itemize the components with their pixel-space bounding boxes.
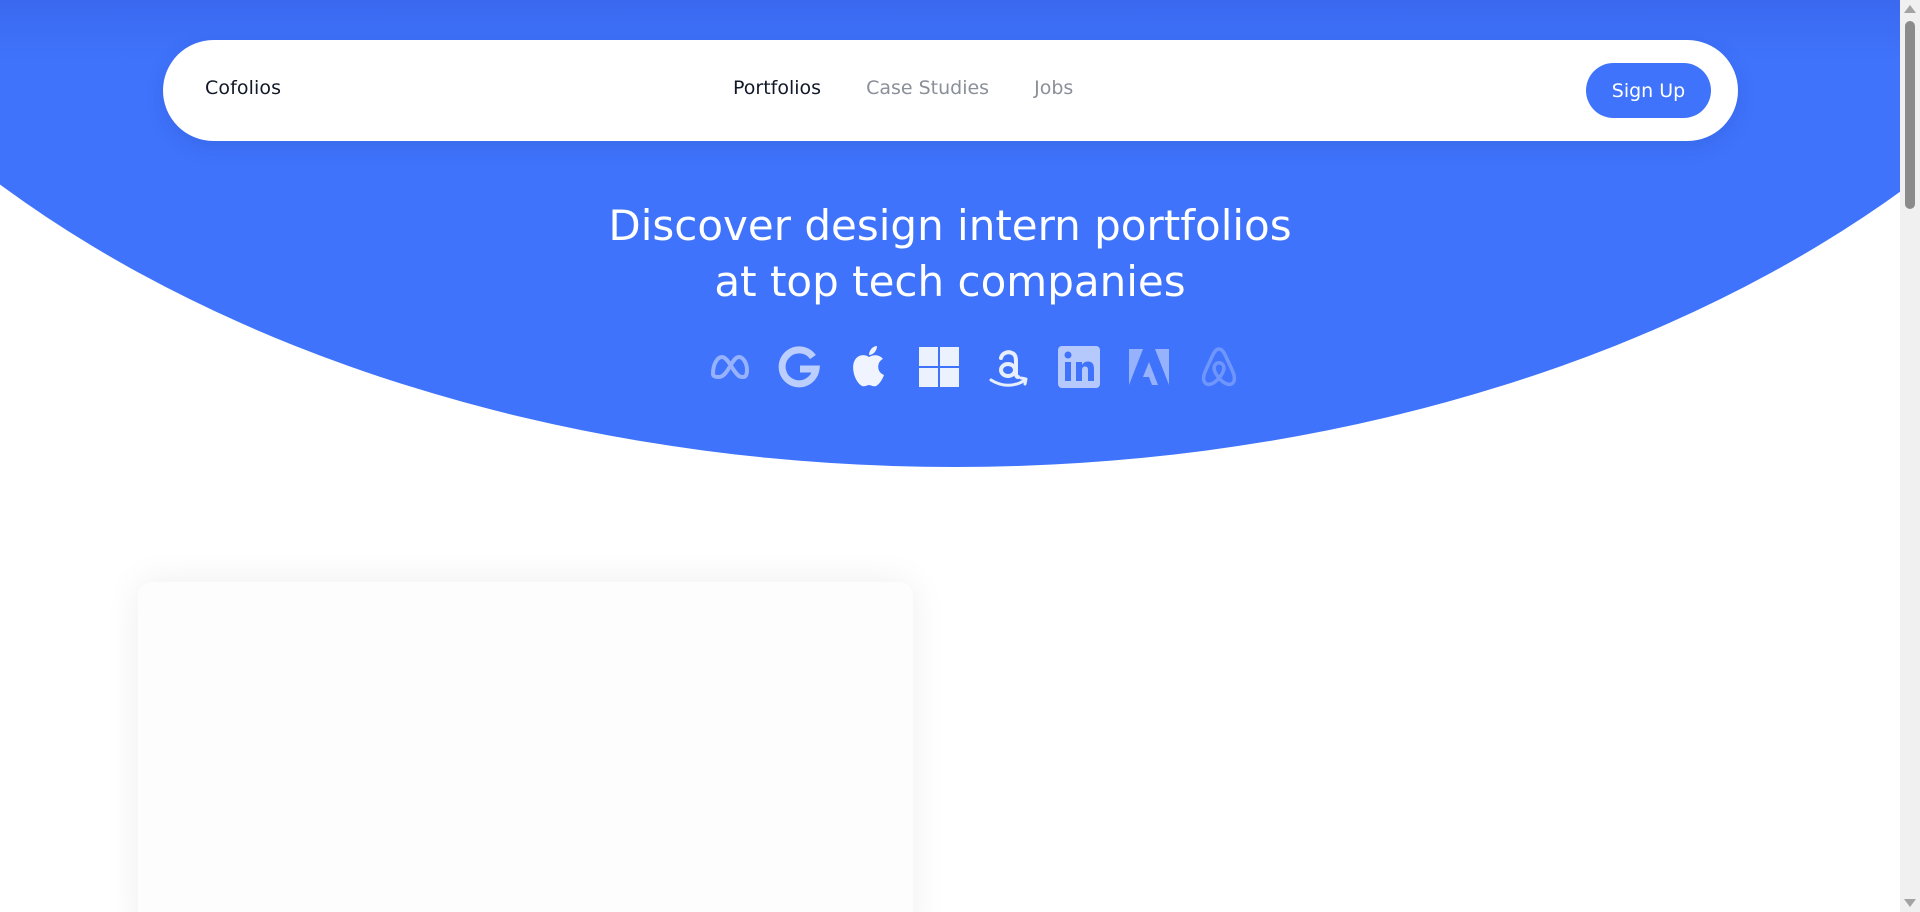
adobe-icon [1125, 343, 1173, 391]
page: Cofolios Portfolios Case Studies Jobs Si… [0, 0, 1920, 912]
brand-logo[interactable]: Cofolios [205, 77, 281, 99]
vertical-scrollbar[interactable] [1900, 0, 1920, 912]
nav-links: Portfolios Case Studies Jobs [733, 77, 1073, 99]
scroll-up-arrow-icon[interactable] [1904, 5, 1916, 13]
hero-headline: Discover design intern portfolios at top… [0, 198, 1900, 310]
scrollbar-thumb[interactable] [1905, 21, 1915, 209]
scroll-down-arrow-icon[interactable] [1904, 899, 1916, 907]
company-logos [705, 343, 1243, 391]
amazon-icon [985, 343, 1033, 391]
portfolio-card-placeholder [138, 582, 913, 912]
nav-link-portfolios[interactable]: Portfolios [733, 77, 821, 99]
nav-link-case-studies[interactable]: Case Studies [866, 77, 989, 99]
meta-icon [705, 343, 753, 391]
microsoft-icon [915, 343, 963, 391]
apple-icon [845, 343, 893, 391]
linkedin-icon [1055, 343, 1103, 391]
sign-up-button[interactable]: Sign Up [1586, 63, 1711, 118]
navbar: Cofolios Portfolios Case Studies Jobs Si… [163, 40, 1738, 141]
hero-headline-line2: at top tech companies [714, 257, 1186, 306]
hero-headline-line1: Discover design intern portfolios [608, 201, 1292, 250]
nav-link-jobs[interactable]: Jobs [1034, 77, 1073, 99]
google-icon [775, 343, 823, 391]
airbnb-icon [1195, 343, 1243, 391]
